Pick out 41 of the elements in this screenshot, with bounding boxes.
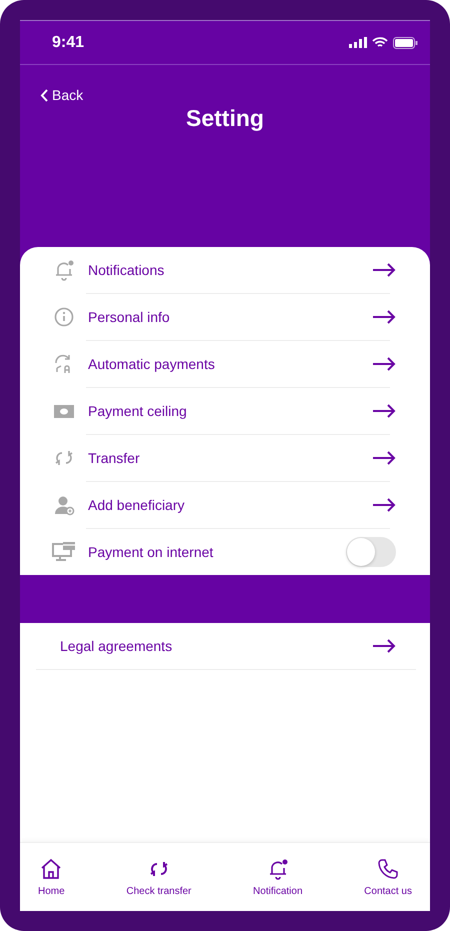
info-icon bbox=[53, 306, 75, 328]
settings-row[interactable]: Legal agreements bbox=[20, 623, 430, 669]
status-time: 9:41 bbox=[52, 34, 84, 52]
setting-label: Automatic payments bbox=[88, 356, 216, 372]
setting-label: Transfer bbox=[88, 450, 141, 466]
chevron-left-icon bbox=[40, 88, 48, 102]
settings-row[interactable]: Payment on internet bbox=[20, 529, 430, 575]
bell-icon bbox=[53, 259, 75, 281]
battery-icon bbox=[393, 36, 418, 48]
setting-label: Notifications bbox=[88, 262, 166, 278]
arrow-right-icon bbox=[372, 498, 396, 512]
back-link[interactable]: Back bbox=[40, 87, 84, 103]
nav-tab[interactable]: Contact us bbox=[360, 854, 416, 900]
signal-icon bbox=[349, 37, 367, 48]
setting-label: Payment ceiling bbox=[88, 403, 188, 419]
arrow-right-icon bbox=[372, 357, 396, 371]
setting-label: Personal info bbox=[88, 309, 171, 325]
arrow-right-icon bbox=[372, 263, 396, 277]
add-user-icon bbox=[53, 494, 75, 516]
arrow-right-icon bbox=[372, 310, 396, 324]
arrow-right-icon bbox=[372, 639, 396, 653]
monitor-card-icon bbox=[52, 541, 76, 563]
settings-row[interactable]: Notifications bbox=[20, 247, 430, 293]
settings-row[interactable]: Add beneficiary bbox=[20, 482, 430, 528]
setting-label: Add beneficiary bbox=[88, 497, 186, 513]
home-icon bbox=[40, 858, 62, 880]
settings-row[interactable]: Transfer bbox=[20, 435, 430, 481]
page-title: Setting bbox=[185, 105, 265, 132]
settings-row[interactable]: Automatic payments bbox=[20, 341, 430, 387]
nav-tab[interactable]: Check transfer bbox=[122, 854, 196, 900]
toggle-switch[interactable] bbox=[346, 537, 396, 567]
arrow-right-icon bbox=[372, 451, 396, 465]
nav-tab[interactable]: Home bbox=[34, 854, 69, 900]
arrow-right-icon bbox=[372, 404, 396, 418]
settings-row[interactable]: Payment ceiling bbox=[20, 388, 430, 434]
setting-label: Payment on internet bbox=[88, 544, 214, 560]
nav-tab[interactable]: Notification bbox=[249, 854, 306, 900]
wifi-icon bbox=[372, 36, 388, 48]
settings-row[interactable]: Personal info bbox=[20, 294, 430, 340]
phone-icon bbox=[377, 858, 400, 880]
setting-label: Legal agreements bbox=[60, 638, 174, 654]
